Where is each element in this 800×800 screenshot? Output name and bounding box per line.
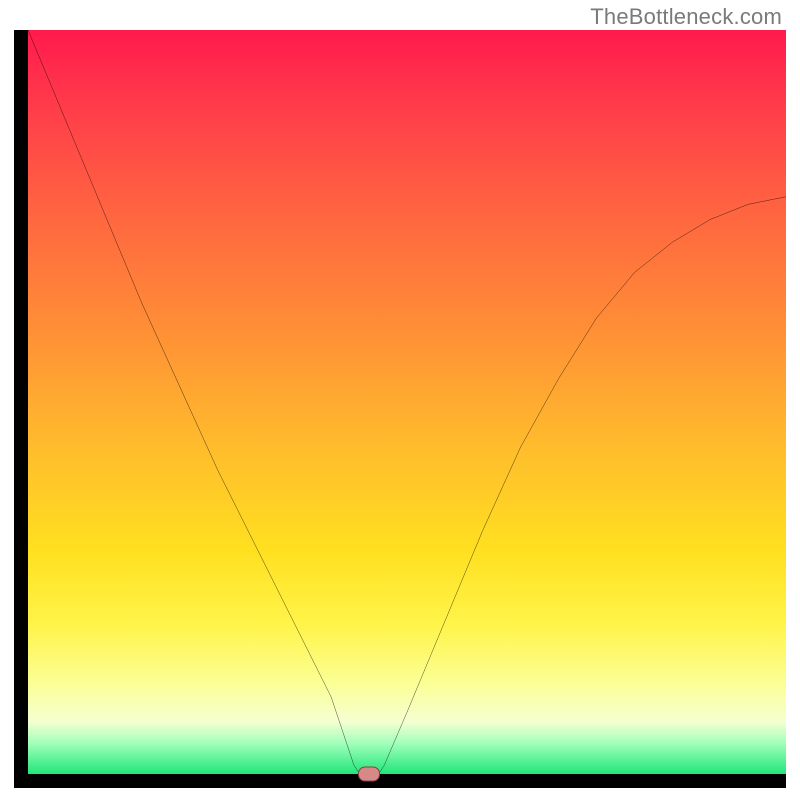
minimum-marker — [358, 767, 380, 782]
watermark-text: TheBottleneck.com — [590, 4, 782, 30]
chart-frame — [14, 30, 786, 788]
chart-gradient-background — [28, 30, 786, 774]
bottleneck-curve — [28, 30, 786, 788]
